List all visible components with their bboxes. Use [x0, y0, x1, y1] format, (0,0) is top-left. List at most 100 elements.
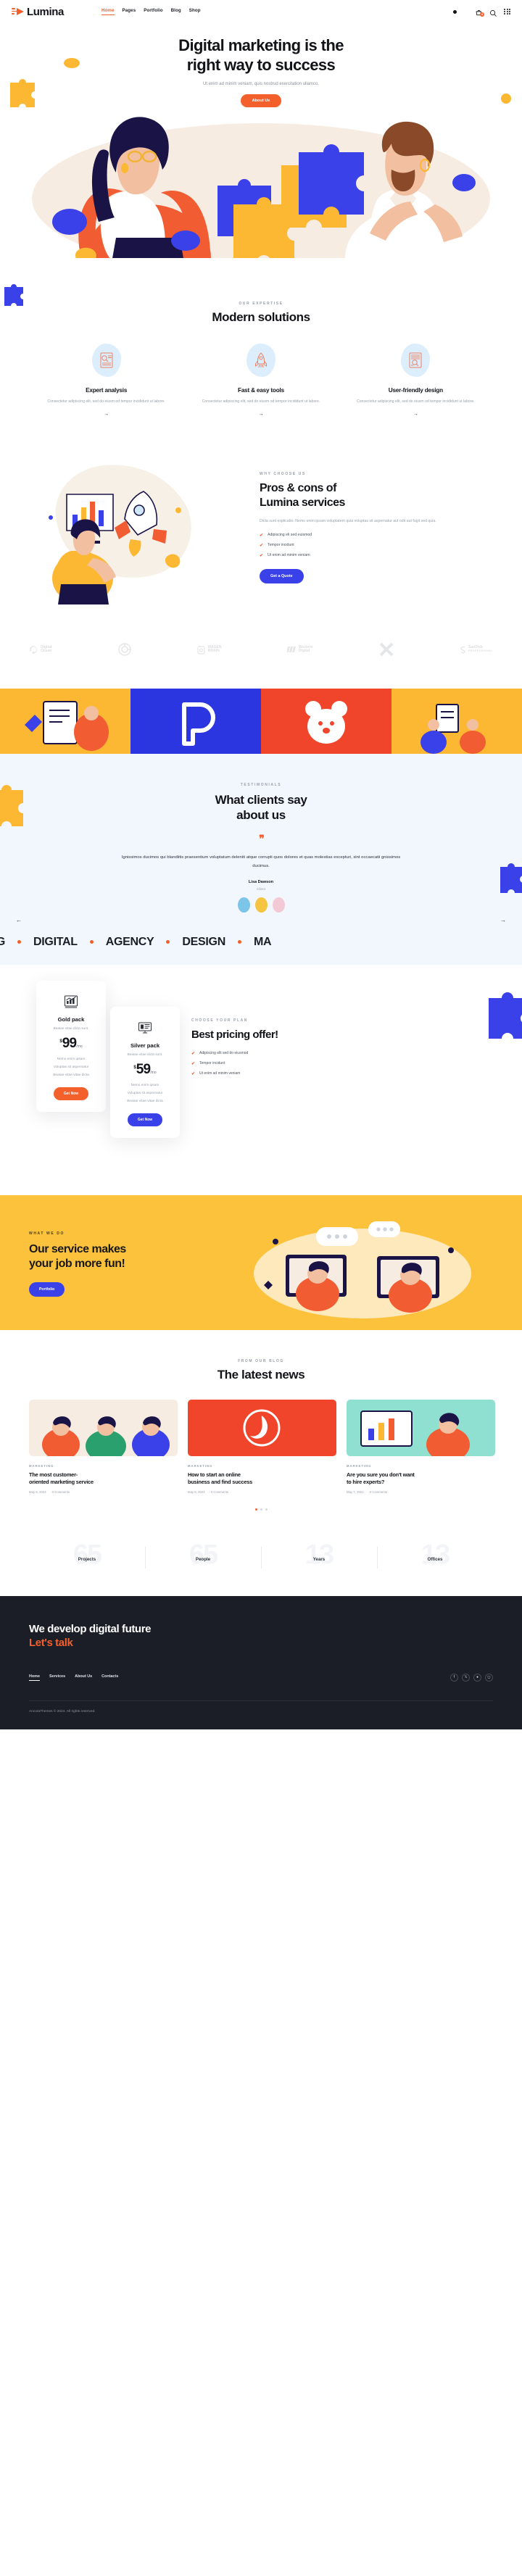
counter-offices: 13 Offices: [377, 1540, 493, 1571]
footer-title-accent: Let's talk: [29, 1637, 73, 1650]
counter-years: 13 Years: [261, 1540, 377, 1571]
swirl-brand-icon: [117, 643, 131, 656]
testimonial-avatars: [0, 897, 522, 913]
grid-menu-icon[interactable]: [504, 8, 510, 15]
pricing-features: Nemo enim ipsam Voluptas sit aspernatur …: [119, 1084, 171, 1103]
list-item: ✔ Tempor incidunt: [191, 1061, 392, 1066]
nav-item-home[interactable]: Home: [101, 8, 115, 15]
site-header: Lumina Home Pages Portfolio Blog Shop 0: [0, 0, 522, 23]
instagram-icon[interactable]: ◻: [485, 1673, 493, 1682]
brand-swirl: [117, 642, 132, 657]
x-twitter-icon[interactable]: 𝕏: [462, 1673, 470, 1682]
pricing-plan-name: Silver pack: [130, 1042, 160, 1049]
testimonial-prev-button[interactable]: ←: [16, 917, 22, 923]
footer-socials: f 𝕏 ● ◻: [450, 1673, 493, 1682]
nav-item-pages[interactable]: Pages: [123, 8, 136, 15]
hero-title: Digital marketing is the right way to su…: [0, 36, 522, 75]
why-item-label: Ut enim ad minim veniam: [268, 553, 310, 558]
blog-post-category[interactable]: MARKETING: [347, 1464, 495, 1468]
carousel-dot[interactable]: [260, 1508, 262, 1511]
expertise-card-title: Expert analysis: [86, 386, 128, 394]
hero-illustration: [0, 116, 522, 262]
cart-count-badge: 0: [480, 12, 485, 17]
blog-post-title[interactable]: Are you sure you don't want to hire exper…: [347, 1471, 495, 1486]
counter-label: Projects: [78, 1556, 96, 1562]
pricing-card-gold[interactable]: Gold pack Beatae vitae dicta sunt. $ 99 …: [36, 980, 106, 1112]
strip-tile-3[interactable]: [261, 689, 392, 755]
blog-post[interactable]: MARKETING Are you sure you don't want to …: [347, 1399, 495, 1494]
footer-nav-about-us[interactable]: About Us: [75, 1674, 92, 1681]
footer-nav-services[interactable]: Services: [49, 1674, 65, 1681]
avatar[interactable]: [237, 897, 250, 913]
blog-post-category[interactable]: MARKETING: [29, 1464, 178, 1468]
service-fun-section: WHAT WE DO Our service makes your job mo…: [0, 1194, 522, 1330]
footer-nav-home[interactable]: Home: [29, 1674, 40, 1681]
site-footer: We develop digital future Let's talk Hom…: [0, 1595, 522, 1729]
nav-item-portfolio[interactable]: Portfolio: [144, 8, 162, 15]
price-amount: 59: [136, 1061, 151, 1077]
blog-post-category[interactable]: MARKETING: [188, 1464, 336, 1468]
portfolio-button[interactable]: Portfolio: [29, 1281, 65, 1297]
pricing-section: Gold pack Beatae vitae dicta sunt. $ 99 …: [0, 965, 522, 1195]
strip-tile-1[interactable]: [0, 689, 130, 755]
puzzle-decor-icon: [0, 785, 23, 827]
pricing-features: Nemo enim ipsam Voluptas sit aspernatur …: [45, 1058, 97, 1077]
avatar[interactable]: [254, 897, 268, 913]
blog-post-thumbnail[interactable]: [347, 1399, 495, 1456]
blog-post-title[interactable]: How to start an online business and find …: [188, 1471, 336, 1486]
get-now-button-gold[interactable]: Get Now: [53, 1087, 89, 1100]
expertise-card-text: Consectetur adipiscing elit, sed do eius…: [47, 399, 165, 404]
nav-item-shop[interactable]: Shop: [189, 8, 201, 15]
blog-post-date: May 7, 2024: [347, 1489, 364, 1494]
check-icon: ✔: [191, 1051, 196, 1056]
blog-post-thumbnail[interactable]: [29, 1399, 178, 1456]
brand-logos: Digital Ocean MAGEN BRAIN Western Digital S…: [29, 636, 493, 689]
arrow-right-icon[interactable]: →: [258, 412, 263, 417]
rocket-icon: [246, 343, 276, 377]
expertise-card[interactable]: Expert analysis Consectetur adipiscing e…: [29, 343, 183, 419]
blog-post[interactable]: MARKETING How to start an online business…: [188, 1399, 336, 1494]
why-illustration: [29, 448, 246, 607]
strip-tile-4[interactable]: [392, 689, 522, 755]
search-icon[interactable]: [489, 8, 497, 17]
carousel-dot[interactable]: [265, 1508, 268, 1511]
cart-icon[interactable]: 0: [475, 8, 485, 17]
get-a-quote-button[interactable]: Get a Quote: [260, 568, 304, 583]
footer-title: We develop digital future Let's talk: [29, 1622, 493, 1650]
strip-tile-2[interactable]: [130, 689, 261, 755]
get-now-button-silver[interactable]: Get Now: [127, 1113, 163, 1126]
testimonial-next-button[interactable]: →: [500, 917, 506, 923]
main-nav: Home Pages Portfolio Blog Shop: [101, 8, 201, 15]
blog-post-title[interactable]: The most customer-oriented marketing ser…: [29, 1471, 178, 1486]
counters-section: 65 Projects 65 People 13 Years 13 Office…: [29, 1531, 493, 1596]
nav-item-blog[interactable]: Blog: [171, 8, 181, 15]
footer-title-line1: We develop digital future: [29, 1622, 152, 1635]
theme-toggle-dot[interactable]: [453, 9, 457, 14]
blog-post[interactable]: MARKETING The most customer-oriented mar…: [29, 1399, 178, 1494]
blog-title: The latest news: [217, 1367, 305, 1382]
counter-label: Offices: [427, 1556, 443, 1562]
arrow-right-icon[interactable]: →: [104, 412, 109, 417]
blog-post-meta: May 8, 2024 0 Comments: [188, 1490, 336, 1494]
counter-number: 13: [420, 1539, 450, 1570]
expertise-card-title: Fast & easy tools: [238, 386, 284, 394]
brand-label: PROFESSIONAL: [468, 649, 493, 653]
brand-logo[interactable]: Lumina: [12, 6, 64, 18]
expertise-card[interactable]: Fast & easy tools Consectetur adipiscing…: [183, 343, 338, 419]
carousel-dot[interactable]: [254, 1508, 257, 1511]
arrow-right-icon[interactable]: →: [413, 412, 418, 417]
pricing-card-silver[interactable]: Silver pack Beatae vitae dicta sunt. $ 5…: [110, 1006, 180, 1138]
dribbble-icon[interactable]: ●: [473, 1673, 481, 1682]
expertise-card[interactable]: User-friendly design Consectetur adipisc…: [339, 343, 493, 419]
list-item: ✔ Ut enim ad minim veniam: [191, 1071, 392, 1076]
blog-post-thumbnail[interactable]: [188, 1399, 336, 1456]
check-icon: ✔: [191, 1071, 196, 1076]
pricing-benefit-label: Tempor incidunt: [199, 1061, 225, 1066]
footer-nav-contacts[interactable]: Contacts: [102, 1674, 118, 1681]
puzzle-decor-icon: [500, 863, 522, 894]
avatar[interactable]: [272, 897, 285, 913]
hero-about-us-button[interactable]: About Us: [240, 94, 282, 107]
pricing-plan-sub: Beatae vitae dicta sunt.: [53, 1026, 89, 1030]
facebook-icon[interactable]: f: [450, 1673, 458, 1682]
testimonials-eyebrow: TESTIMONIALS: [240, 783, 282, 788]
